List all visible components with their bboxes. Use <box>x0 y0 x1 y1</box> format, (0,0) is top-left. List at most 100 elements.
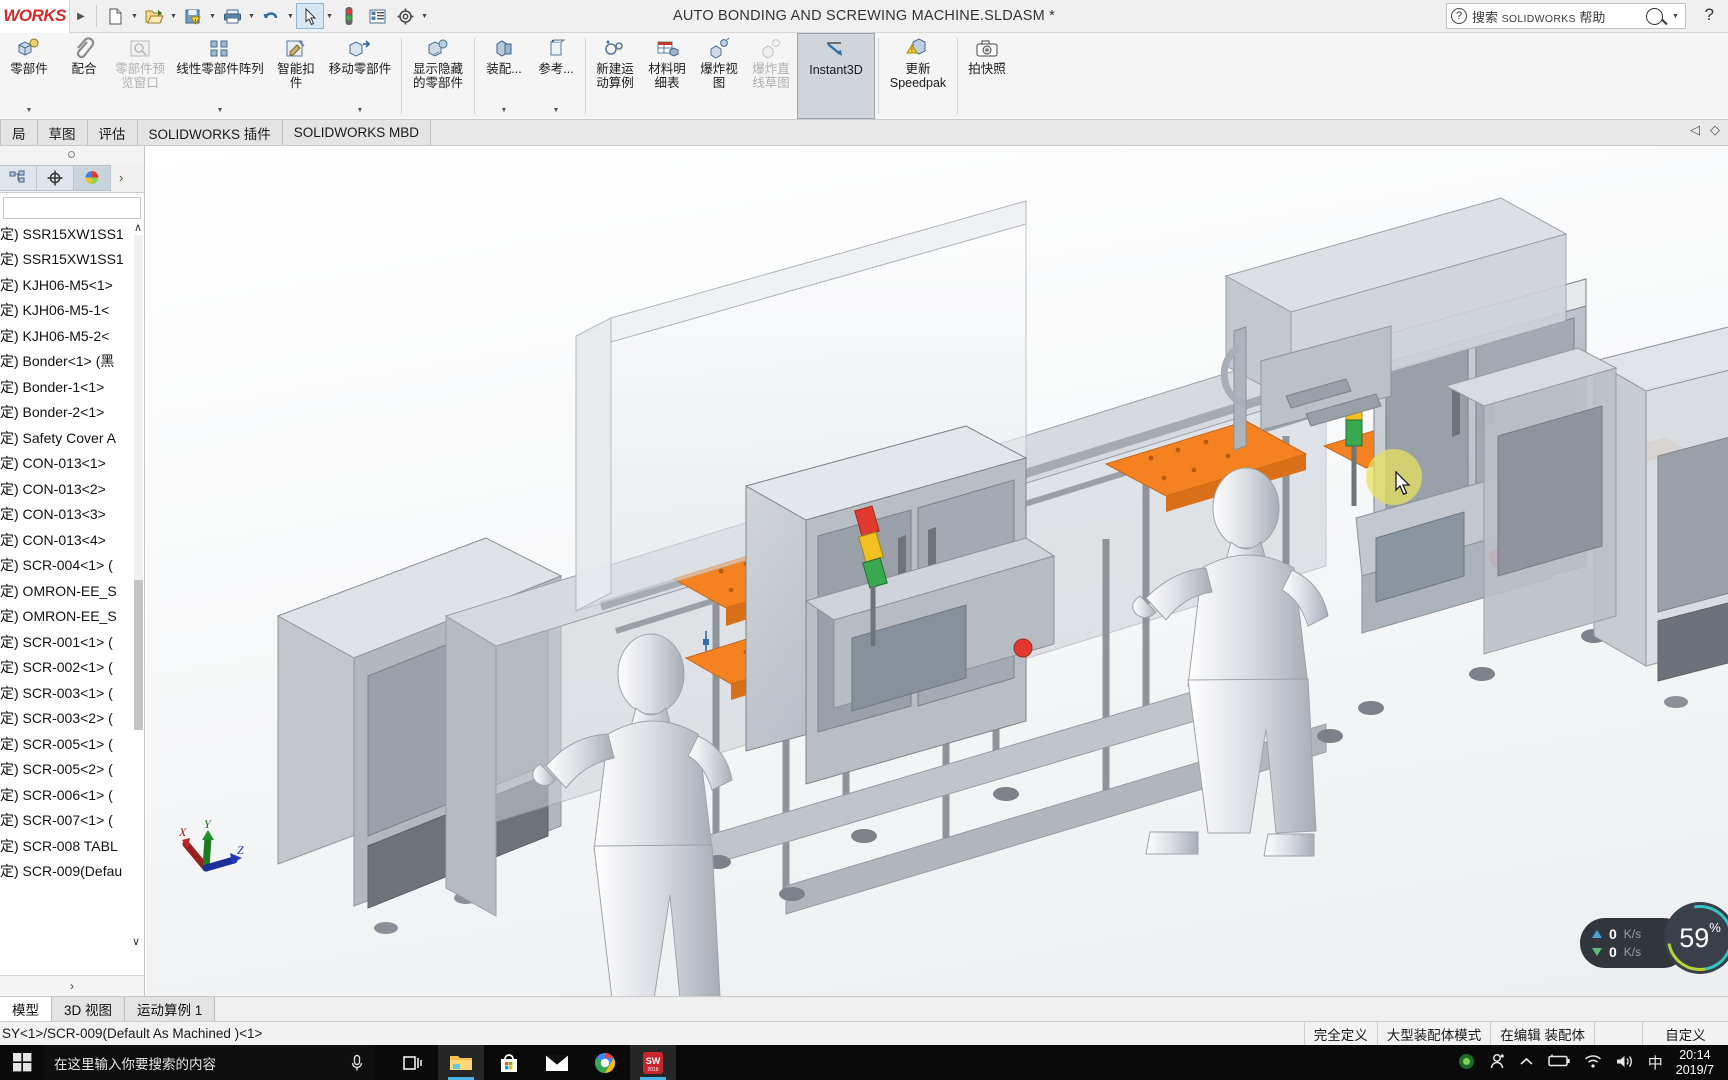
rebuild-traffic-light-icon[interactable] <box>335 3 363 29</box>
taskbar-search-box[interactable]: 在这里输入你要搜索的内容 <box>44 1045 374 1080</box>
tab-evaluate[interactable]: 评估 <box>87 120 138 145</box>
open-document-dropdown-icon[interactable]: ▼ <box>168 3 179 29</box>
tree-item[interactable]: 定) SCR-002<1> ( <box>0 655 144 681</box>
tree-item[interactable]: 定) OMRON-EE_S <box>0 604 144 630</box>
menu-expand-arrow-icon[interactable]: ▶ <box>70 0 92 33</box>
undo-dropdown-icon[interactable]: ▼ <box>285 3 296 29</box>
ribbon-update-speedpak[interactable]: ! 更新 Speedpak <box>882 33 954 119</box>
tray-people-icon[interactable] <box>1488 1053 1506 1073</box>
tree-scroll-up-icon[interactable]: ∧ <box>134 221 142 234</box>
tree-item[interactable]: 定) SSR15XW1SS1 <box>0 247 144 273</box>
chevron-down-icon[interactable]: ▼ <box>553 104 560 118</box>
print-icon[interactable] <box>218 3 246 29</box>
tab-model[interactable]: 模型 <box>0 997 52 1021</box>
search-icon[interactable] <box>1646 7 1663 25</box>
ribbon-take-snapshot[interactable]: 拍快照 <box>961 33 1013 119</box>
ribbon-smart-fasteners[interactable]: 智能扣 件 <box>270 33 322 119</box>
save-dropdown-icon[interactable]: ▼ <box>207 3 218 29</box>
tree-scroll-down-icon[interactable]: ∨ <box>132 935 140 948</box>
new-document-icon[interactable] <box>101 3 129 29</box>
mail-icon[interactable] <box>534 1045 580 1080</box>
tray-wifi-icon[interactable] <box>1584 1054 1602 1072</box>
tree-item[interactable]: 定) SCR-003<1> ( <box>0 680 144 706</box>
help-dropdown-icon[interactable]: ▼ <box>1670 3 1681 29</box>
tree-item[interactable]: 定) Safety Cover A <box>0 425 144 451</box>
ribbon-assembly-features[interactable]: 装配... ▼ <box>478 33 530 119</box>
tree-item[interactable]: 定) SCR-008 TABL <box>0 833 144 859</box>
chevron-down-icon[interactable]: ▼ <box>217 104 224 118</box>
tree-item[interactable]: 定) Bonder-2<1> <box>0 400 144 426</box>
chevron-down-icon[interactable]: ▼ <box>26 104 33 118</box>
microsoft-store-icon[interactable] <box>486 1045 532 1080</box>
assembly-3d-model[interactable] <box>146 146 1728 996</box>
panel-pin-icon[interactable] <box>68 151 75 158</box>
ribbon-exploded-view[interactable]: 爆炸视 图 <box>693 33 745 119</box>
feature-tree[interactable]: ∧ 定) SSR15XW1SS1 定) SSR15XW1SS1 定) KJH06-M… <box>0 221 144 974</box>
tree-item[interactable]: 定) SCR-003<2> ( <box>0 706 144 732</box>
chevron-down-icon[interactable]: ▼ <box>501 104 508 118</box>
ribbon-mate[interactable]: 配合 <box>58 33 110 119</box>
tab-sketch[interactable]: 草图 <box>37 120 88 145</box>
tree-item[interactable]: 定) Bonder-1<1> <box>0 374 144 400</box>
file-explorer-icon[interactable] <box>438 1045 484 1080</box>
taskbar-clock[interactable]: 20:14 2019/7 <box>1676 1048 1720 1078</box>
tab-motion-study-1[interactable]: 运动算例 1 <box>125 997 216 1021</box>
options-list-icon[interactable] <box>363 3 391 29</box>
feature-manager-tree-tab[interactable] <box>0 164 37 191</box>
ribbon-bill-of-materials[interactable]: 材料明 细表 <box>641 33 693 119</box>
print-dropdown-icon[interactable]: ▼ <box>246 3 257 29</box>
tree-item[interactable]: 定) SCR-005<1> ( <box>0 731 144 757</box>
tray-show-hidden-icon[interactable] <box>1519 1055 1534 1071</box>
tree-item[interactable]: 定) CON-013<1> <box>0 451 144 477</box>
open-document-icon[interactable] <box>140 3 168 29</box>
tree-item[interactable]: 定) CON-013<2> <box>0 476 144 502</box>
tree-item[interactable]: 定) CON-013<4> <box>0 527 144 553</box>
tree-item[interactable]: 定) CON-013<3> <box>0 502 144 528</box>
tree-item[interactable]: 定) SCR-004<1> ( <box>0 553 144 579</box>
ribbon-explode-line-sketch[interactable]: 爆炸直 线草图 <box>745 33 797 119</box>
settings-gear-icon[interactable] <box>391 3 419 29</box>
ribbon-move-component[interactable]: 移动零部件 ▼ <box>322 33 398 119</box>
tree-item[interactable]: 定) SCR-007<1> ( <box>0 808 144 834</box>
select-pointer-icon[interactable] <box>296 3 324 29</box>
tree-item[interactable]: 定) SCR-006<1> ( <box>0 782 144 808</box>
tab-solidworks-addins[interactable]: SOLIDWORKS 插件 <box>137 120 283 145</box>
undo-icon[interactable] <box>257 3 285 29</box>
tree-item[interactable]: 定) SSR15XW1SS1 <box>0 221 144 247</box>
tree-item[interactable]: 定) KJH06-M5<1> <box>0 272 144 298</box>
tree-scrollbar-thumb[interactable] <box>134 580 143 730</box>
tree-footer-expand[interactable]: › <box>0 975 144 996</box>
pin-ribbon-icon[interactable]: ◇ <box>1710 122 1720 138</box>
ribbon-instant3d[interactable]: Instant3D <box>797 33 876 119</box>
ribbon-insert-components[interactable]: 零部件 ▼ <box>0 33 58 119</box>
tab-solidworks-mbd[interactable]: SOLIDWORKS MBD <box>282 120 432 145</box>
tree-item[interactable]: 定) SCR-009(Defau <box>0 859 144 885</box>
ribbon-reference-geometry[interactable]: 参考... ▼ <box>530 33 582 119</box>
collapse-ribbon-icon[interactable]: ◁ <box>1690 122 1700 138</box>
tree-item[interactable]: 定) KJH06-M5-2< <box>0 323 144 349</box>
tree-item[interactable]: 定) Bonder<1> (黑 <box>0 349 144 375</box>
property-manager-tab[interactable] <box>36 164 74 191</box>
help-search-box[interactable]: ? 搜索 SOLIDWORKS 帮助 ▼ <box>1446 3 1686 29</box>
ribbon-component-preview-window[interactable]: 零部件预 览窗口 <box>110 33 170 119</box>
ribbon-linear-component-pattern[interactable]: 线性零部件阵列 ▼ <box>170 33 270 119</box>
panel-expand-arrow-icon[interactable]: › <box>119 170 123 185</box>
tree-vertical-scrollbar[interactable] <box>134 235 143 730</box>
tree-item[interactable]: 定) SCR-005<2> ( <box>0 757 144 783</box>
start-button[interactable] <box>0 1045 44 1080</box>
save-warning-icon[interactable]: ! <box>179 3 207 29</box>
tree-item[interactable]: 定) OMRON-EE_S <box>0 578 144 604</box>
tray-battery-icon[interactable] <box>1547 1054 1571 1071</box>
cpu-usage-dial[interactable]: 59 % <box>1654 892 1728 984</box>
new-document-dropdown-icon[interactable]: ▼ <box>129 3 140 29</box>
tray-ime-icon[interactable]: 中 <box>1648 1052 1663 1073</box>
graphics-viewport[interactable]: X Y Z 0 K/s 0 K/s 59 % <box>146 146 1728 996</box>
tree-filter-input[interactable] <box>3 197 141 219</box>
tray-volume-icon[interactable] <box>1615 1054 1635 1072</box>
tree-item[interactable]: 定) KJH06-M5-1< <box>0 298 144 324</box>
tree-item[interactable]: 定) SCR-001<1> ( <box>0 629 144 655</box>
task-view-icon[interactable] <box>390 1045 436 1080</box>
chevron-down-icon[interactable]: ▼ <box>357 104 364 118</box>
ribbon-new-motion-study[interactable]: 新建运 动算例 <box>589 33 641 119</box>
select-dropdown-icon[interactable]: ▼ <box>324 3 335 29</box>
